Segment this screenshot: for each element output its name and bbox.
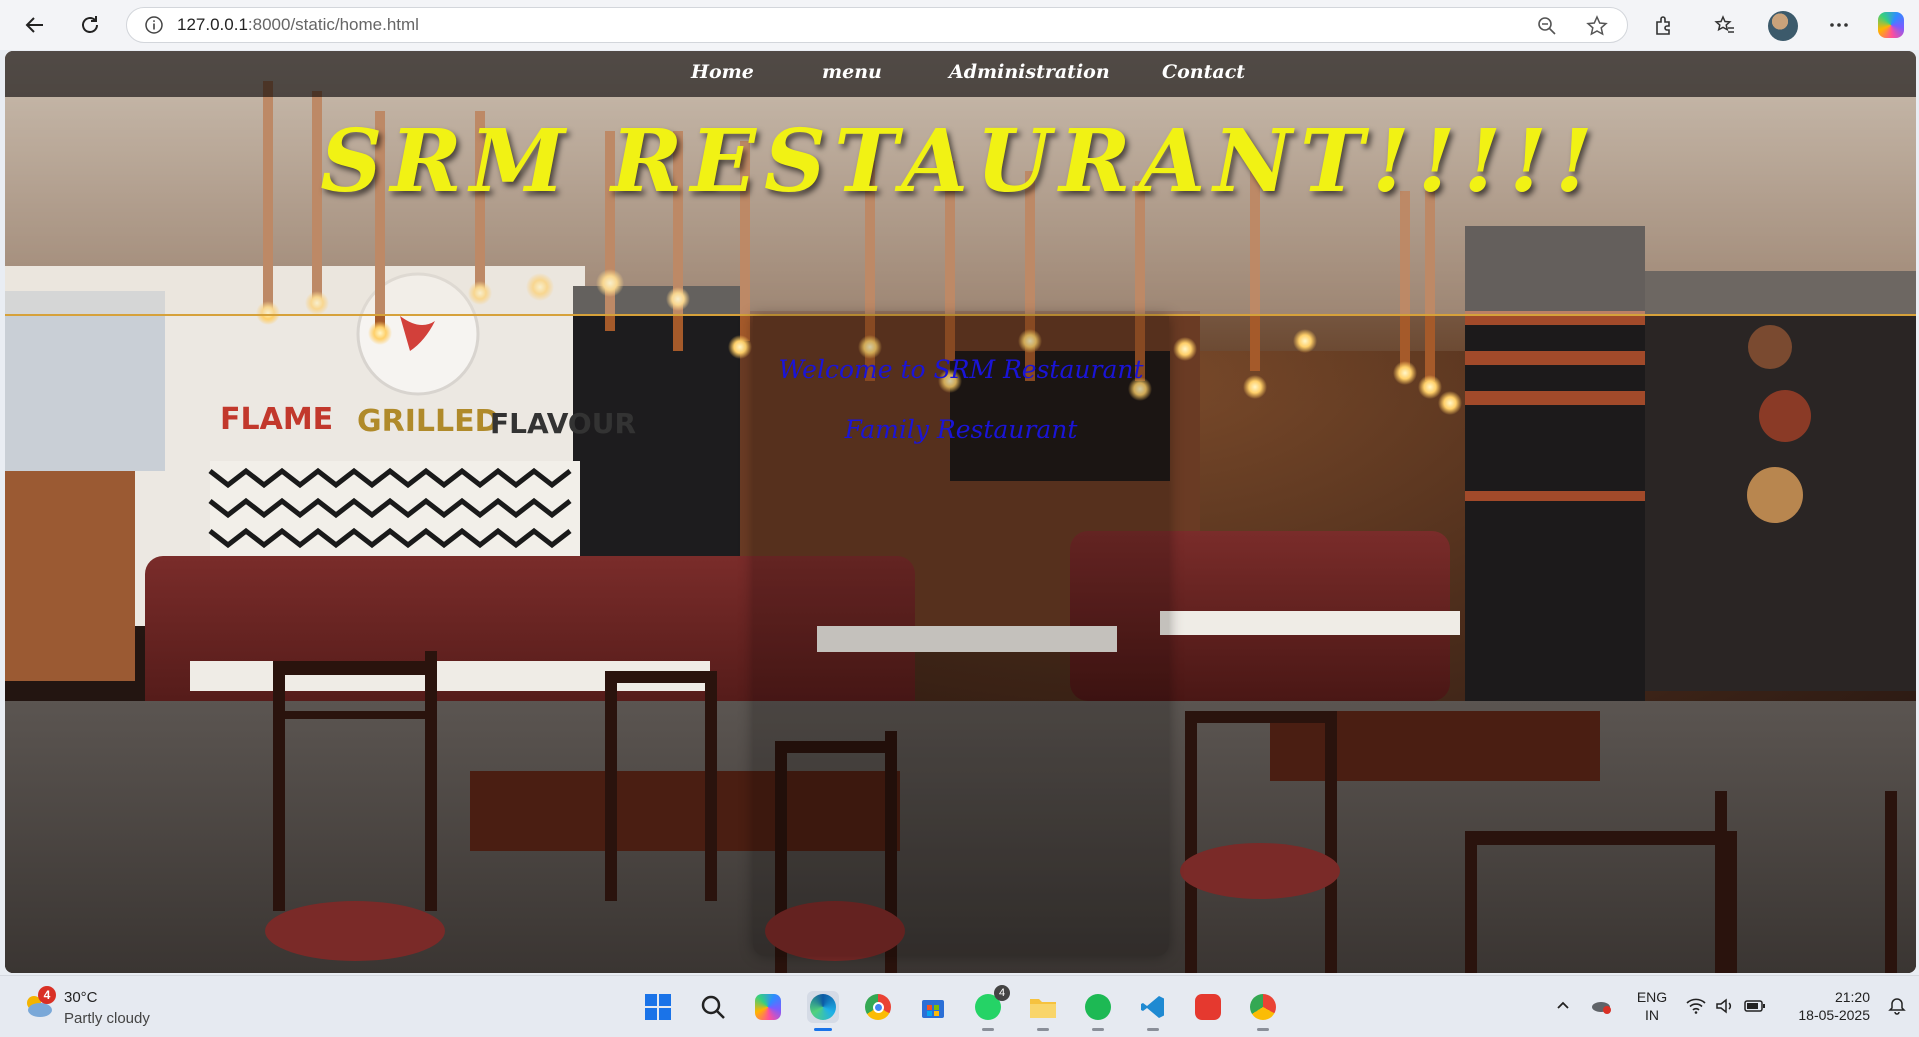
clock-time: 21:20	[1834, 989, 1870, 1005]
wps-office-icon[interactable]	[1192, 991, 1224, 1023]
copilot-icon[interactable]	[752, 991, 784, 1023]
site-title: SRM RESTAURANT!!!!!	[320, 111, 1601, 212]
whatsapp-icon[interactable]: 4	[972, 985, 1010, 1031]
nav-home[interactable]: Home	[691, 61, 754, 83]
battery-icon[interactable]	[1744, 995, 1766, 1017]
back-arrow-icon[interactable]	[20, 10, 50, 40]
volume-icon[interactable]	[1714, 995, 1736, 1017]
top-navigation: Home menu Administration Contact	[5, 51, 1916, 97]
more-options-icon[interactable]	[1826, 12, 1852, 38]
url-path: :8000/static/home.html	[247, 15, 419, 34]
welcome-heading: Welcome to SRM Restaurant	[778, 355, 1144, 384]
spotify-icon[interactable]	[1082, 991, 1114, 1031]
zoom-out-icon[interactable]	[1535, 14, 1559, 38]
chrome-icon[interactable]	[862, 991, 894, 1023]
nav-menu[interactable]: menu	[822, 61, 882, 83]
microsoft-store-icon[interactable]	[917, 991, 949, 1023]
windows-start-icon[interactable]	[642, 991, 674, 1023]
url-text[interactable]: 127.0.0.1:8000/static/home.html	[177, 15, 419, 35]
address-bar[interactable]: 127.0.0.1:8000/static/home.html	[126, 7, 1628, 43]
language-indicator[interactable]: ENG IN	[1636, 988, 1668, 1024]
region-code: IN	[1645, 1007, 1659, 1023]
reload-icon[interactable]	[75, 10, 105, 40]
file-explorer-icon[interactable]	[1027, 991, 1059, 1031]
vscode-icon[interactable]	[1137, 991, 1169, 1031]
site-info-icon[interactable]	[143, 14, 165, 36]
wall-sign-grilled: GRILLED	[357, 404, 500, 439]
profile-avatar[interactable]	[1768, 11, 1798, 41]
favorites-icon[interactable]	[1712, 12, 1738, 38]
favorite-star-icon[interactable]	[1585, 14, 1609, 38]
weather-temperature[interactable]: 30°C	[64, 989, 98, 1006]
wall-sign-flavour: FLAVOUR	[490, 407, 636, 440]
family-restaurant-subtitle: Family Restaurant	[844, 415, 1078, 444]
wall-sign-flame: FLAME	[220, 402, 333, 437]
search-icon[interactable]	[697, 991, 729, 1023]
extensions-icon[interactable]	[1651, 12, 1677, 38]
whatsapp-badge: 4	[994, 985, 1010, 1001]
clock-date: 18-05-2025	[1798, 1007, 1870, 1023]
browser-toolbar: 127.0.0.1:8000/static/home.html	[0, 0, 1919, 50]
wifi-icon[interactable]	[1685, 995, 1707, 1017]
weather-badge: 4	[38, 986, 56, 1004]
content-panel	[753, 316, 1169, 956]
copilot-icon[interactable]	[1878, 12, 1904, 38]
weather-condition[interactable]: Partly cloudy	[64, 1010, 150, 1027]
nav-contact[interactable]: Contact	[1162, 61, 1245, 83]
windows-taskbar: 4 30°C Partly cloudy 4 ENG IN 21:20 18-0…	[0, 975, 1919, 1037]
page-viewport: FLAME GRILLED FLAVOUR Home menu Administ…	[5, 51, 1916, 973]
notifications-icon[interactable]	[1886, 995, 1908, 1017]
clock[interactable]: 21:20 18-05-2025	[1782, 988, 1870, 1024]
chrome-profile-icon[interactable]	[1247, 991, 1279, 1031]
language-code: ENG	[1636, 989, 1668, 1005]
onedrive-icon[interactable]	[1590, 995, 1612, 1017]
chevron-up-icon[interactable]	[1552, 995, 1574, 1017]
url-host: 127.0.0.1	[177, 15, 248, 34]
edge-browser-icon[interactable]	[807, 991, 839, 1031]
nav-administration[interactable]: Administration	[949, 61, 1110, 83]
